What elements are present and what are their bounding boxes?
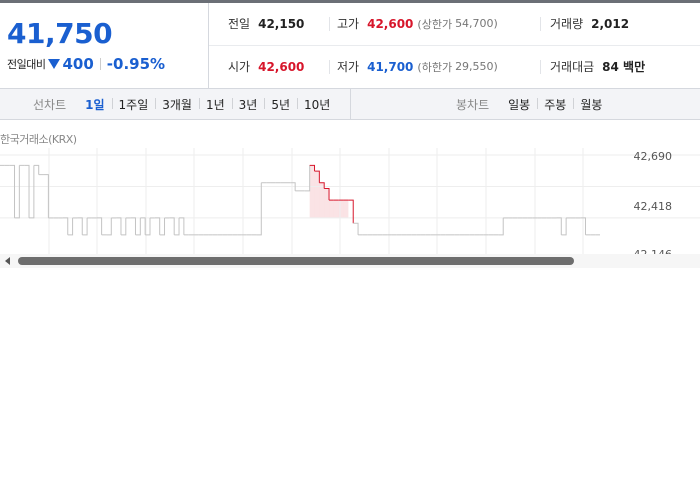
price-line-segment — [130, 217, 136, 235]
tab-10y[interactable]: 10년 — [297, 96, 337, 113]
tab-1w[interactable]: 1주일 — [111, 96, 156, 113]
volume-label: 거래량 — [550, 17, 584, 31]
stat-amount: 거래대금 84 백만 — [550, 58, 645, 75]
price-line-segment — [154, 217, 161, 235]
amount-value: 84 백만 — [602, 60, 646, 74]
row-divider — [209, 45, 700, 46]
change-label: 전일대비 — [7, 58, 46, 71]
y-tick-label: 42,690 — [633, 150, 673, 163]
tab-3y[interactable]: 3년 — [231, 96, 265, 113]
price-line-segment — [120, 217, 127, 236]
price-line-segment — [106, 217, 112, 236]
y-tick-label: 42,418 — [633, 200, 673, 213]
price-line-segment — [174, 217, 180, 236]
price-area-fill — [338, 200, 344, 218]
prev-close-value: 42,150 — [258, 16, 305, 31]
price-line-segment — [67, 217, 74, 236]
down-triangle-icon — [48, 59, 61, 69]
price-line-segment — [9, 164, 16, 218]
low-value: 41,700 — [367, 59, 414, 74]
stat-open: 시가 42,600 — [228, 58, 304, 75]
scrollbar-thumb[interactable] — [18, 257, 574, 265]
high-value: 42,600 — [367, 16, 414, 31]
stat-low: 저가 41,700 (하한가 29,550) — [337, 58, 498, 75]
stat-volume: 거래량 2,012 — [550, 15, 629, 32]
stat-high: 고가 42,600 (상한가 54,700) — [337, 15, 498, 32]
price-line-segment — [135, 217, 141, 236]
price-chart-svg — [0, 148, 700, 258]
price-line-segment — [159, 217, 166, 236]
line-chart-tabs: 선차트 1일 1주일 3개월 1년 3년 5년 10년 — [33, 89, 337, 119]
tab-weekly-candle[interactable]: 주봉 — [537, 96, 573, 113]
stat-prev-close: 전일 42,150 — [228, 15, 304, 32]
price-line-segment — [169, 217, 175, 235]
open-label: 시가 — [228, 60, 251, 74]
price-area-fill — [309, 165, 315, 218]
price-line-segment — [256, 182, 262, 236]
price-area-fill — [319, 182, 325, 218]
price-line-segment — [556, 217, 562, 235]
high-label: 고가 — [337, 17, 360, 31]
exchange-label: 한국거래소(KRX) — [0, 133, 77, 146]
low-label: 저가 — [337, 60, 360, 74]
tab-3m[interactable]: 3개월 — [155, 96, 199, 113]
price-box: 41,750 전일대비 400 -0.95% — [0, 3, 209, 88]
price-line-segment — [24, 164, 30, 218]
divider — [540, 17, 541, 31]
change-value: 400 — [62, 55, 94, 73]
price-area-fill — [329, 200, 334, 218]
tab-5y[interactable]: 5년 — [264, 96, 297, 113]
price-line-segment — [348, 199, 354, 224]
tab-daily-candle[interactable]: 일봉 — [501, 96, 537, 113]
quote-summary: 41,750 전일대비 400 -0.95% 전일 42,150 고가 42,6… — [0, 3, 700, 89]
price-line-segment — [304, 165, 311, 192]
price-area-fill — [333, 200, 339, 218]
volume-value: 2,012 — [591, 16, 630, 31]
price-line-segment — [140, 217, 146, 235]
scroll-left-icon[interactable] — [5, 257, 10, 265]
price-chart: 42,690 42,418 42,146 — [0, 148, 700, 258]
divider — [329, 60, 330, 74]
price-line-segment — [33, 164, 40, 175]
upper-limit-value: 54,700) — [455, 17, 498, 30]
tab-1y[interactable]: 1년 — [198, 96, 232, 113]
price-area-fill — [324, 188, 330, 218]
price-line-segment — [62, 217, 69, 235]
price-area-fill — [343, 200, 349, 218]
divider — [329, 17, 330, 31]
open-value: 42,600 — [258, 59, 305, 74]
line-chart-label: 선차트 — [33, 97, 67, 112]
lower-limit-label: (하한가 — [417, 60, 453, 74]
price-line-segment — [43, 174, 49, 218]
current-price: 41,750 — [7, 17, 113, 50]
price-line-segment — [77, 217, 83, 235]
price-line-segment — [14, 165, 20, 219]
price-line-segment — [116, 217, 122, 235]
prev-close-label: 전일 — [228, 17, 251, 31]
divider — [540, 60, 541, 74]
chart-tab-bar: 선차트 1일 1주일 3개월 1년 3년 5년 10년 봉차트 일봉 주봉 월봉 — [0, 89, 700, 120]
amount-label: 거래대금 — [550, 60, 595, 74]
change-row: 전일대비 400 -0.95% — [7, 55, 165, 73]
price-area-fill — [314, 171, 320, 218]
price-line-segment — [82, 217, 88, 236]
tab-group-divider — [350, 89, 351, 119]
change-percent: -0.95% — [106, 55, 166, 73]
tab-1d[interactable]: 1일 — [78, 96, 111, 113]
lower-limit-value: 29,550) — [455, 60, 498, 73]
price-line-segment — [561, 217, 567, 236]
chart-scrollbar[interactable] — [0, 254, 700, 268]
candle-chart-label: 봉차트 — [456, 97, 490, 112]
divider — [99, 58, 101, 70]
price-line-segment — [353, 222, 359, 235]
price-line-segment — [179, 217, 185, 235]
tab-monthly-candle[interactable]: 월봉 — [573, 96, 609, 113]
candle-chart-tabs: 봉차트 일봉 주봉 월봉 — [456, 89, 609, 119]
price-line-segment — [498, 217, 504, 236]
price-line-segment — [29, 165, 35, 219]
upper-limit-label: (상한가 — [417, 17, 453, 31]
